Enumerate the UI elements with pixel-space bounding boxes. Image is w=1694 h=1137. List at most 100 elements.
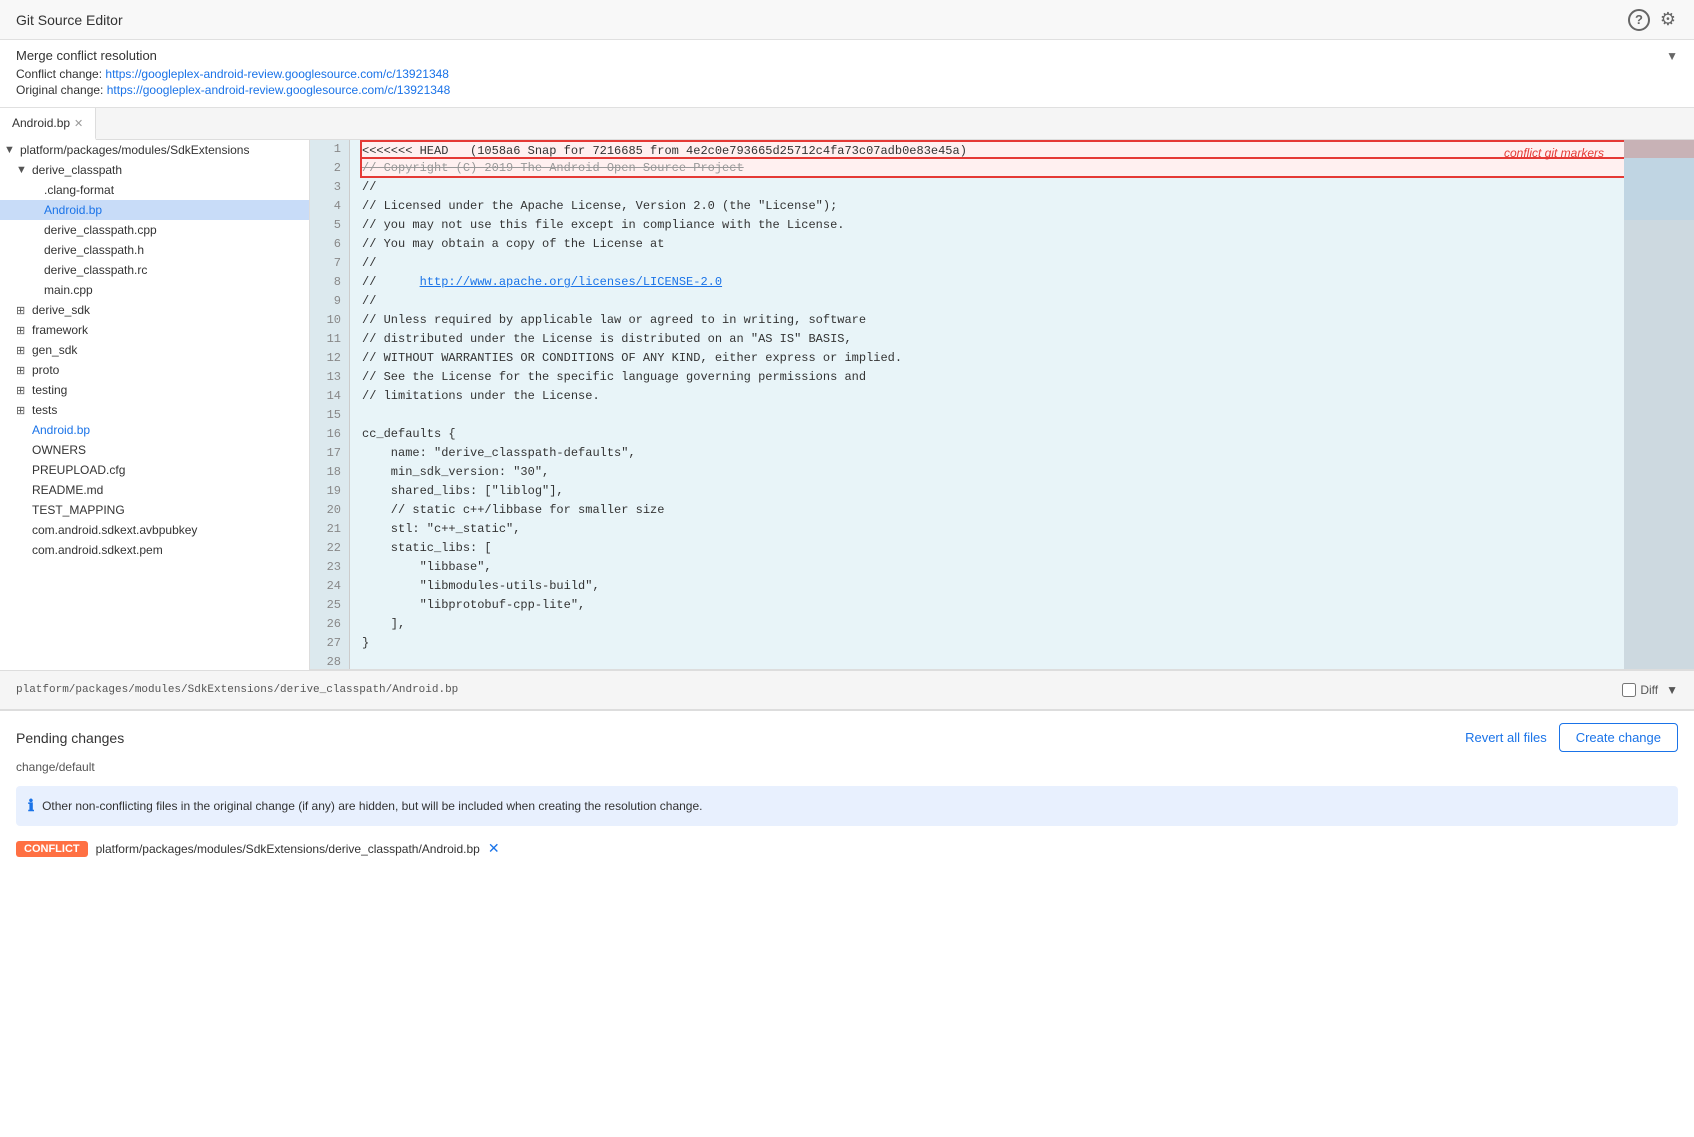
tree-item-preupload[interactable]: PREUPLOAD.cfg xyxy=(0,460,309,480)
title-bar-icons: ? ⚙ xyxy=(1628,9,1678,31)
diff-dropdown-arrow[interactable]: ▼ xyxy=(1666,683,1678,697)
expand-icon: ⊞ xyxy=(16,384,28,397)
tree-item-derive-classpath-cpp[interactable]: derive_classpath.cpp xyxy=(0,220,309,240)
tree-item-test-mapping[interactable]: TEST_MAPPING xyxy=(0,500,309,520)
spacer xyxy=(28,184,40,196)
create-change-button[interactable]: Create change xyxy=(1559,723,1678,752)
code-line-5: // you may not use this file except in c… xyxy=(362,216,1682,235)
conflict-git-markers-label: conflict git markers xyxy=(1504,146,1604,160)
tree-item-readme[interactable]: README.md xyxy=(0,480,309,500)
tree-item-derive-classpath-h[interactable]: derive_classpath.h xyxy=(0,240,309,260)
tree-item-framework[interactable]: ⊞ framework xyxy=(0,320,309,340)
tree-item-proto[interactable]: ⊞ proto xyxy=(0,360,309,380)
title-bar: Git Source Editor ? ⚙ xyxy=(0,0,1694,40)
pending-header: Pending changes Revert all files Create … xyxy=(0,711,1694,760)
diff-label: Diff xyxy=(1640,683,1658,697)
code-line-18: min_sdk_version: "30", xyxy=(362,463,1682,482)
code-line-22: static_libs: [ xyxy=(362,539,1682,558)
original-change-row: Original change: https://googleplex-andr… xyxy=(16,83,1678,97)
spacer xyxy=(28,244,40,256)
tree-item-pem[interactable]: com.android.sdkext.pem xyxy=(0,540,309,560)
title-bar-left: Git Source Editor xyxy=(16,12,123,28)
spacer xyxy=(16,524,28,536)
revert-all-button[interactable]: Revert all files xyxy=(1465,730,1547,745)
pending-subtitle: change/default xyxy=(0,760,1694,782)
tab-label: Android.bp xyxy=(12,116,70,130)
code-line-19: shared_libs: ["liblog"], xyxy=(362,482,1682,501)
code-line-9: // xyxy=(362,292,1682,311)
info-icon: ℹ xyxy=(28,796,34,816)
spacer xyxy=(16,424,28,436)
file-path: platform/packages/modules/SdkExtensions/… xyxy=(16,684,458,696)
tab-android-bp[interactable]: Android.bp ✕ xyxy=(0,108,96,140)
code-line-25: "libprotobuf-cpp-lite", xyxy=(362,596,1682,615)
tree-item-derive-sdk[interactable]: ⊞ derive_sdk xyxy=(0,300,309,320)
minimap xyxy=(1624,140,1694,669)
tree-item-owners[interactable]: OWNERS xyxy=(0,440,309,460)
merge-dropdown-arrow[interactable]: ▼ xyxy=(1666,49,1678,63)
spacer xyxy=(28,224,40,236)
tree-item-avbpubkey[interactable]: com.android.sdkext.avbpubkey xyxy=(0,520,309,540)
diff-checkbox-area[interactable]: Diff xyxy=(1622,683,1658,697)
expand-icon: ▼ xyxy=(4,144,16,156)
tree-item-root[interactable]: ▼ platform/packages/modules/SdkExtension… xyxy=(0,140,309,160)
code-line-6: // You may obtain a copy of the License … xyxy=(362,235,1682,254)
tree-item-android-bp-link[interactable]: Android.bp xyxy=(0,420,309,440)
code-line-24: "libmodules-utils-build", xyxy=(362,577,1682,596)
settings-icon[interactable]: ⚙ xyxy=(1658,10,1678,30)
code-line-12: // WITHOUT WARRANTIES OR CONDITIONS OF A… xyxy=(362,349,1682,368)
code-line-28 xyxy=(362,653,1682,669)
expand-icon: ⊞ xyxy=(16,344,28,357)
spacer xyxy=(28,264,40,276)
expand-icon: ▼ xyxy=(16,164,28,176)
code-line-20: // static c++/libbase for smaller size xyxy=(362,501,1682,520)
expand-icon: ⊞ xyxy=(16,404,28,417)
help-icon[interactable]: ? xyxy=(1628,9,1650,31)
expand-icon: ⊞ xyxy=(16,304,28,317)
conflict-change-row: Conflict change: https://googleplex-andr… xyxy=(16,67,1678,81)
tree-item-clang-format[interactable]: .clang-format xyxy=(0,180,309,200)
code-line-10: // Unless required by applicable law or … xyxy=(362,311,1682,330)
tree-item-android-bp-active[interactable]: Android.bp xyxy=(0,200,309,220)
pending-title: Pending changes xyxy=(16,730,124,746)
code-line-8: // http://www.apache.org/licenses/LICENS… xyxy=(362,273,1682,292)
file-tree-sidebar: ▼ platform/packages/modules/SdkExtension… xyxy=(0,140,310,670)
spacer xyxy=(28,284,40,296)
code-editor-area[interactable]: conflict git markers 1 2 3 4 5 6 7 8 9 1… xyxy=(310,140,1694,669)
code-line-17: name: "derive_classpath-defaults", xyxy=(362,444,1682,463)
tab-close-icon[interactable]: ✕ xyxy=(74,117,83,130)
tree-item-gen-sdk[interactable]: ⊞ gen_sdk xyxy=(0,340,309,360)
code-line-1: <<<<<<< HEAD (1058a6 Snap for 7216685 fr… xyxy=(360,140,1682,159)
code-line-13: // See the License for the specific lang… xyxy=(362,368,1682,387)
code-line-7: // xyxy=(362,254,1682,273)
conflict-file-path: platform/packages/modules/SdkExtensions/… xyxy=(96,842,480,856)
code-lines[interactable]: <<<<<<< HEAD (1058a6 Snap for 7216685 fr… xyxy=(350,140,1694,669)
spacer xyxy=(16,544,28,556)
code-line-27: } xyxy=(362,634,1682,653)
tree-item-derive-classpath[interactable]: ▼ derive_classpath xyxy=(0,160,309,180)
conflict-change-link[interactable]: https://googleplex-android-review.google… xyxy=(105,67,449,81)
code-line-16: cc_defaults { xyxy=(362,425,1682,444)
conflict-close-icon[interactable]: ✕ xyxy=(488,840,500,857)
code-line-3: // xyxy=(362,178,1682,197)
code-editor: 1 2 3 4 5 6 7 8 9 10 11 12 13 14 15 16 1… xyxy=(310,140,1694,669)
merge-header: Merge conflict resolution ▼ Conflict cha… xyxy=(0,40,1694,108)
line-numbers: 1 2 3 4 5 6 7 8 9 10 11 12 13 14 15 16 1… xyxy=(310,140,350,669)
spacer xyxy=(16,444,28,456)
code-line-11: // distributed under the License is dist… xyxy=(362,330,1682,349)
tree-item-tests[interactable]: ⊞ tests xyxy=(0,400,309,420)
status-right: Diff ▼ xyxy=(1622,683,1678,697)
code-line-4: // Licensed under the Apache License, Ve… xyxy=(362,197,1682,216)
expand-icon: ⊞ xyxy=(16,364,28,377)
editor-area: ▼ platform/packages/modules/SdkExtension… xyxy=(0,140,1694,670)
tree-item-testing[interactable]: ⊞ testing xyxy=(0,380,309,400)
code-line-15 xyxy=(362,406,1682,425)
spacer xyxy=(16,484,28,496)
diff-checkbox[interactable] xyxy=(1622,683,1636,697)
info-message: Other non-conflicting files in the origi… xyxy=(42,799,702,813)
tab-bar: Android.bp ✕ xyxy=(0,108,1694,140)
original-change-link[interactable]: https://googleplex-android-review.google… xyxy=(107,83,451,97)
tree-item-main-cpp[interactable]: main.cpp xyxy=(0,280,309,300)
tree-item-derive-classpath-rc[interactable]: derive_classpath.rc xyxy=(0,260,309,280)
code-line-21: stl: "c++_static", xyxy=(362,520,1682,539)
